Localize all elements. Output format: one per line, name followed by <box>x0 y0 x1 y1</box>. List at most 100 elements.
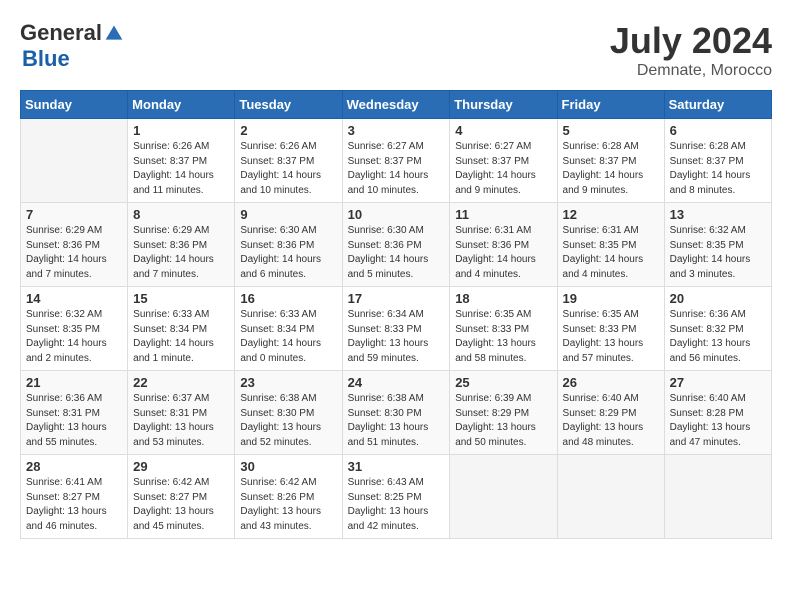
calendar-cell: 21 Sunrise: 6:36 AM Sunset: 8:31 PM Dayli… <box>21 371 128 455</box>
location: Demnate, Morocco <box>610 62 772 80</box>
calendar-cell: 6 Sunrise: 6:28 AM Sunset: 8:37 PM Daylig… <box>664 119 771 203</box>
calendar-cell: 24Sunrise: 6:38 AM Sunset: 8:30 PM Dayli… <box>342 371 450 455</box>
calendar-cell: 30 Sunrise: 6:42 AM Sunset: 8:26 PM Dayli… <box>235 455 342 539</box>
day-info: Sunrise: 6:29 AM Sunset: 8:36 PM Dayligh… <box>26 224 122 282</box>
day-number: 16 <box>240 291 336 306</box>
title-block: July 2024 Demnate, Morocco <box>610 20 772 80</box>
day-info: Sunrise: 6:42 AM Sunset: 8:26 PM Dayligh… <box>240 476 336 534</box>
day-info: Sunrise: 6:36 AM Sunset: 8:32 PM Dayligh… <box>670 308 766 366</box>
day-header-tuesday: Tuesday <box>235 91 342 119</box>
logo-general-text: General <box>20 20 102 46</box>
day-info: Sunrise: 6:28 AM Sunset: 8:37 PM Dayligh… <box>670 140 766 198</box>
day-number: 1 <box>133 123 229 138</box>
calendar-cell: 12 Sunrise: 6:31 AM Sunset: 8:35 PM Dayli… <box>557 203 664 287</box>
day-info: Sunrise: 6:30 AM Sunset: 8:36 PM Dayligh… <box>348 224 445 282</box>
calendar-cell: 8 Sunrise: 6:29 AM Sunset: 8:36 PM Daylig… <box>128 203 235 287</box>
calendar-cell <box>557 455 664 539</box>
day-info: Sunrise: 6:32 AM Sunset: 8:35 PM Dayligh… <box>670 224 766 282</box>
logo: General Blue <box>20 20 124 72</box>
day-info: Sunrise: 6:33 AM Sunset: 8:34 PM Dayligh… <box>133 308 229 366</box>
day-info: Sunrise: 6:32 AM Sunset: 8:35 PM Dayligh… <box>26 308 122 366</box>
calendar-cell: 15Sunrise: 6:33 AM Sunset: 8:34 PM Dayli… <box>128 287 235 371</box>
day-info: Sunrise: 6:33 AM Sunset: 8:34 PM Dayligh… <box>240 308 336 366</box>
day-number: 10 <box>348 207 445 222</box>
calendar-cell <box>450 455 557 539</box>
day-info: Sunrise: 6:34 AM Sunset: 8:33 PM Dayligh… <box>348 308 445 366</box>
day-info: Sunrise: 6:26 AM Sunset: 8:37 PM Dayligh… <box>133 140 229 198</box>
calendar-cell: 7 Sunrise: 6:29 AM Sunset: 8:36 PM Daylig… <box>21 203 128 287</box>
calendar-cell: 16 Sunrise: 6:33 AM Sunset: 8:34 PM Dayli… <box>235 287 342 371</box>
calendar-cell: 2Sunrise: 6:26 AM Sunset: 8:37 PM Daylig… <box>235 119 342 203</box>
logo-blue-text: Blue <box>22 46 70 71</box>
day-number: 2 <box>240 123 336 138</box>
calendar-cell: 23 Sunrise: 6:38 AM Sunset: 8:30 PM Dayli… <box>235 371 342 455</box>
calendar-cell <box>664 455 771 539</box>
day-info: Sunrise: 6:41 AM Sunset: 8:27 PM Dayligh… <box>26 476 122 534</box>
day-info: Sunrise: 6:43 AM Sunset: 8:25 PM Dayligh… <box>348 476 445 534</box>
calendar-header-row: SundayMondayTuesdayWednesdayThursdayFrid… <box>21 91 772 119</box>
day-info: Sunrise: 6:40 AM Sunset: 8:29 PM Dayligh… <box>563 392 659 450</box>
logo-icon <box>104 23 124 43</box>
day-number: 12 <box>563 207 659 222</box>
day-number: 5 <box>563 123 659 138</box>
day-number: 28 <box>26 459 122 474</box>
calendar-cell: 4Sunrise: 6:27 AM Sunset: 8:37 PM Daylig… <box>450 119 557 203</box>
day-info: Sunrise: 6:27 AM Sunset: 8:37 PM Dayligh… <box>348 140 445 198</box>
calendar-cell: 14 Sunrise: 6:32 AM Sunset: 8:35 PM Dayli… <box>21 287 128 371</box>
day-number: 24 <box>348 375 445 390</box>
day-info: Sunrise: 6:29 AM Sunset: 8:36 PM Dayligh… <box>133 224 229 282</box>
day-number: 17 <box>348 291 445 306</box>
month-title: July 2024 <box>610 20 772 62</box>
calendar-table: SundayMondayTuesdayWednesdayThursdayFrid… <box>20 90 772 539</box>
calendar-cell: 27Sunrise: 6:40 AM Sunset: 8:28 PM Dayli… <box>664 371 771 455</box>
calendar-cell: 10 Sunrise: 6:30 AM Sunset: 8:36 PM Dayli… <box>342 203 450 287</box>
calendar-cell: 11Sunrise: 6:31 AM Sunset: 8:36 PM Dayli… <box>450 203 557 287</box>
calendar-cell: 31 Sunrise: 6:43 AM Sunset: 8:25 PM Dayli… <box>342 455 450 539</box>
day-header-friday: Friday <box>557 91 664 119</box>
calendar-cell: 13 Sunrise: 6:32 AM Sunset: 8:35 PM Dayli… <box>664 203 771 287</box>
day-number: 31 <box>348 459 445 474</box>
day-number: 26 <box>563 375 659 390</box>
day-number: 6 <box>670 123 766 138</box>
day-header-saturday: Saturday <box>664 91 771 119</box>
calendar-cell: 1 Sunrise: 6:26 AM Sunset: 8:37 PM Daylig… <box>128 119 235 203</box>
day-info: Sunrise: 6:39 AM Sunset: 8:29 PM Dayligh… <box>455 392 551 450</box>
calendar-cell: 5 Sunrise: 6:28 AM Sunset: 8:37 PM Daylig… <box>557 119 664 203</box>
day-info: Sunrise: 6:38 AM Sunset: 8:30 PM Dayligh… <box>240 392 336 450</box>
calendar-cell: 29Sunrise: 6:42 AM Sunset: 8:27 PM Dayli… <box>128 455 235 539</box>
calendar-week-3: 14 Sunrise: 6:32 AM Sunset: 8:35 PM Dayli… <box>21 287 772 371</box>
day-info: Sunrise: 6:36 AM Sunset: 8:31 PM Dayligh… <box>26 392 122 450</box>
calendar-week-2: 7 Sunrise: 6:29 AM Sunset: 8:36 PM Daylig… <box>21 203 772 287</box>
calendar-cell: 17 Sunrise: 6:34 AM Sunset: 8:33 PM Dayli… <box>342 287 450 371</box>
day-info: Sunrise: 6:31 AM Sunset: 8:36 PM Dayligh… <box>455 224 551 282</box>
day-number: 8 <box>133 207 229 222</box>
day-number: 9 <box>240 207 336 222</box>
day-info: Sunrise: 6:28 AM Sunset: 8:37 PM Dayligh… <box>563 140 659 198</box>
day-number: 29 <box>133 459 229 474</box>
day-info: Sunrise: 6:40 AM Sunset: 8:28 PM Dayligh… <box>670 392 766 450</box>
day-number: 21 <box>26 375 122 390</box>
calendar-cell: 3 Sunrise: 6:27 AM Sunset: 8:37 PM Daylig… <box>342 119 450 203</box>
day-number: 3 <box>348 123 445 138</box>
day-info: Sunrise: 6:37 AM Sunset: 8:31 PM Dayligh… <box>133 392 229 450</box>
day-info: Sunrise: 6:31 AM Sunset: 8:35 PM Dayligh… <box>563 224 659 282</box>
calendar-cell <box>21 119 128 203</box>
day-number: 7 <box>26 207 122 222</box>
day-number: 14 <box>26 291 122 306</box>
calendar-cell: 25Sunrise: 6:39 AM Sunset: 8:29 PM Dayli… <box>450 371 557 455</box>
day-number: 13 <box>670 207 766 222</box>
day-number: 22 <box>133 375 229 390</box>
day-number: 30 <box>240 459 336 474</box>
day-number: 23 <box>240 375 336 390</box>
calendar-week-1: 1 Sunrise: 6:26 AM Sunset: 8:37 PM Daylig… <box>21 119 772 203</box>
day-number: 4 <box>455 123 551 138</box>
calendar-week-5: 28 Sunrise: 6:41 AM Sunset: 8:27 PM Dayli… <box>21 455 772 539</box>
calendar-cell: 18Sunrise: 6:35 AM Sunset: 8:33 PM Dayli… <box>450 287 557 371</box>
day-header-monday: Monday <box>128 91 235 119</box>
calendar-cell: 19 Sunrise: 6:35 AM Sunset: 8:33 PM Dayli… <box>557 287 664 371</box>
day-header-thursday: Thursday <box>450 91 557 119</box>
day-number: 19 <box>563 291 659 306</box>
day-header-wednesday: Wednesday <box>342 91 450 119</box>
day-info: Sunrise: 6:35 AM Sunset: 8:33 PM Dayligh… <box>563 308 659 366</box>
day-number: 18 <box>455 291 551 306</box>
